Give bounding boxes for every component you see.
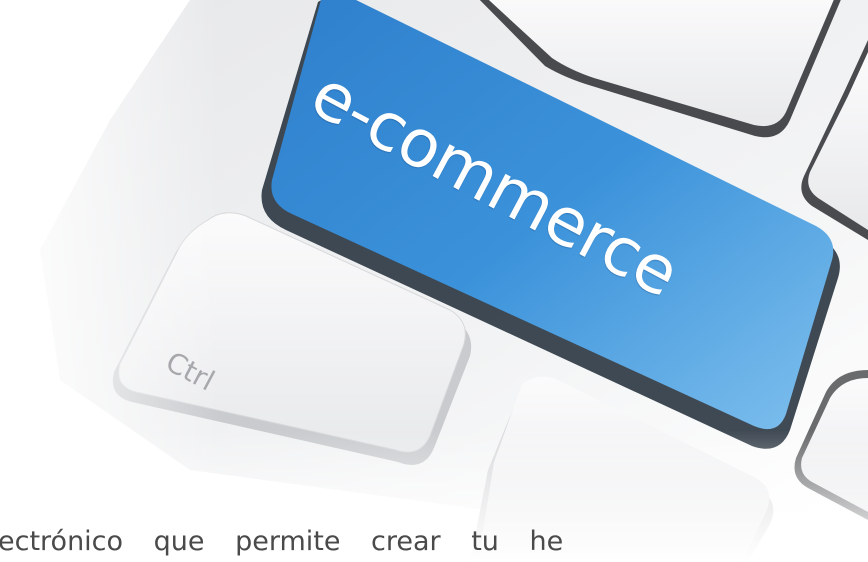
caption-text: ectrónico que permite crear tu he xyxy=(0,526,564,557)
keyboard-photo: e-commerce Ctrl ectrónico que permite cr… xyxy=(0,0,868,562)
keyboard-illustration xyxy=(0,0,868,562)
